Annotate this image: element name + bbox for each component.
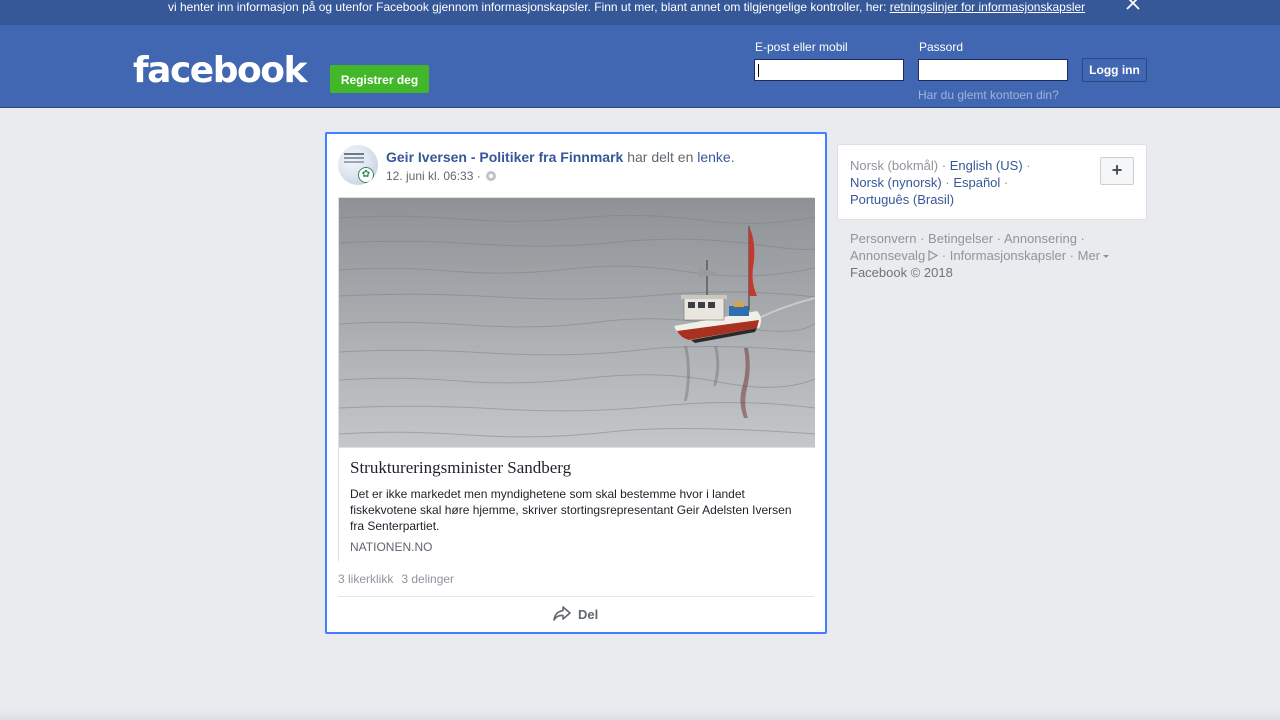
- adchoices-icon: [928, 250, 939, 261]
- forgot-account-link[interactable]: Har du glemt kontoen din?: [918, 88, 1059, 102]
- page-bottom-edge: [0, 710, 1280, 720]
- shares-count[interactable]: 3 delinger: [401, 572, 454, 586]
- separator: ·: [1066, 248, 1078, 263]
- share-button[interactable]: Del: [552, 605, 598, 623]
- cookie-banner: vi henter inn informasjon på og utenfor …: [0, 0, 1280, 25]
- post-meta: 12. juni kl. 06:33 ·: [386, 169, 497, 183]
- email-label: E-post eller mobil: [755, 40, 848, 54]
- likes-count[interactable]: 3 likerklikk: [338, 572, 393, 586]
- login-button[interactable]: Logg inn: [1082, 58, 1147, 82]
- email-field[interactable]: [754, 59, 904, 81]
- separator: ·: [941, 175, 954, 190]
- post-actions: Del: [338, 596, 814, 629]
- more-link[interactable]: Mer: [1078, 248, 1110, 263]
- language-list: Norsk (bokmål) · English (US) · Norsk (n…: [850, 157, 1050, 208]
- link-domain: NATIONEN.NO: [350, 540, 433, 554]
- advertising-link[interactable]: Annonsering: [1004, 231, 1077, 246]
- language-english[interactable]: English (US): [950, 158, 1023, 173]
- register-button[interactable]: Registrer deg: [330, 65, 429, 93]
- close-icon[interactable]: [1124, 0, 1142, 12]
- link-description: Det er ikke markedet men myndighetene so…: [350, 487, 792, 533]
- post-headline: Geir Iversen - Politiker fra Finnmark ha…: [386, 148, 735, 166]
- share-label: Del: [578, 607, 599, 622]
- avatar-text-lines: [344, 153, 364, 155]
- privacy-link[interactable]: Personvern: [850, 231, 916, 246]
- share-arrow-icon: [553, 606, 571, 621]
- add-language-button[interactable]: +: [1100, 157, 1134, 185]
- cookie-banner-text: vi henter inn informasjon på og utenfor …: [168, 0, 1085, 14]
- footer-links: Personvern · Betingelser · Annonsering ·…: [850, 230, 1120, 281]
- facebook-logo[interactable]: facebook: [133, 49, 307, 93]
- link-title[interactable]: Struktureringsminister Sandberg: [350, 458, 571, 478]
- adchoices-link[interactable]: Annonsevalg: [850, 248, 925, 263]
- author-name-link[interactable]: Geir Iversen - Politiker fra Finnmark: [386, 149, 623, 165]
- separator: ·: [916, 231, 929, 246]
- language-portuguese[interactable]: Português (Brasil): [850, 192, 954, 207]
- post-verb: har delt en: [623, 149, 698, 165]
- link-preview-card[interactable]: Struktureringsminister Sandberg Det er i…: [338, 197, 815, 562]
- party-logo-icon: ✿: [358, 167, 374, 183]
- separator: ·: [1076, 231, 1085, 246]
- globe-icon: [486, 171, 497, 181]
- separator: ·: [1000, 175, 1009, 190]
- password-field[interactable]: [918, 59, 1068, 81]
- author-avatar[interactable]: ✿: [338, 145, 378, 185]
- link-preview-image: [339, 198, 815, 447]
- language-selector: Norsk (bokmål) · English (US) · Norsk (n…: [837, 144, 1147, 220]
- cookie-policy-link[interactable]: retningslinjer for informasjonskapsler: [890, 0, 1085, 14]
- cookies-link[interactable]: Informasjonskapsler: [950, 248, 1066, 263]
- language-spanish[interactable]: Español: [953, 175, 1000, 190]
- link-preview-body: Struktureringsminister Sandberg Det er i…: [339, 447, 815, 562]
- shared-link-word[interactable]: lenke: [697, 149, 730, 165]
- post-stats: 3 likerklikk 3 delinger: [338, 572, 454, 586]
- current-language: Norsk (bokmål): [850, 158, 939, 173]
- top-header: facebook Registrer deg E-post eller mobi…: [0, 25, 1280, 108]
- separator: ·: [938, 158, 950, 173]
- language-nynorsk[interactable]: Norsk (nynorsk): [850, 175, 942, 190]
- copyright-text: Facebook © 2018: [850, 265, 953, 280]
- post-card: ✿ Geir Iversen - Politiker fra Finnmark …: [325, 132, 827, 634]
- separator: ·: [938, 248, 950, 263]
- text-caret: [758, 64, 759, 77]
- chevron-down-icon: [1103, 255, 1110, 258]
- terms-link[interactable]: Betingelser: [928, 231, 993, 246]
- separator: ·: [1022, 158, 1031, 173]
- cookie-banner-message: vi henter inn informasjon på og utenfor …: [168, 0, 890, 14]
- separator: ·: [993, 231, 1004, 246]
- post-timestamp[interactable]: 12. juni kl. 06:33 ·: [386, 169, 484, 183]
- password-label: Passord: [919, 40, 964, 54]
- post-period: .: [730, 149, 735, 165]
- more-label: Mer: [1077, 248, 1101, 263]
